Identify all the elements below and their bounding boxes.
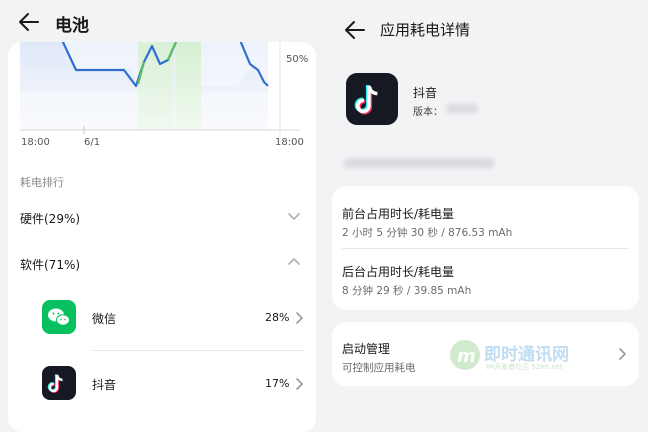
chart-x-label: 6/1 [84,137,101,148]
software-row[interactable]: 软件(71%) [8,248,316,280]
app-name: 抖音 [413,86,438,100]
version-label: 版本： [413,107,443,118]
app-name: 抖音 [92,378,117,392]
chevron-up-icon [288,257,300,265]
app-percent: 28% [265,311,290,324]
divider [92,350,304,351]
background-title: 后台占用时长/耗电量 [342,265,455,279]
chart-x-label: 18:00 [21,137,50,148]
app-row-douyin[interactable]: 抖音 17% [8,362,316,408]
back-arrow-icon[interactable] [344,20,366,40]
app-usage-detail-panel: 应用耗电详情 抖音 版本： 前台占用时长/耗电量 2 小时 5 分钟 30 秒 … [324,0,648,415]
back-arrow-icon[interactable] [18,12,40,32]
douyin-icon [346,73,398,129]
chart-x-label: 18:00 [275,137,304,148]
redacted-version [446,104,478,113]
foreground-title: 前台占用时长/耗电量 [342,207,455,221]
hardware-row[interactable]: 硬件(29%) [8,202,316,234]
charging-zone [175,42,201,130]
page-title: 电池 [55,16,89,36]
app-name: 微信 [92,312,117,326]
startup-title: 启动管理 [342,342,391,356]
app-row-wechat[interactable]: 微信 28% [8,296,316,342]
chevron-right-icon [296,378,304,390]
startup-desc: 可控制应用耗电 [342,362,416,374]
douyin-icon [42,366,76,400]
background-value: 8 分钟 29 秒 / 39.85 mAh [342,285,472,297]
watermark: m 即时通讯网 IM开发者社区 52im.net [450,338,610,378]
hardware-label: 硬件(29%) [20,212,81,226]
page-title: 应用耗电详情 [380,21,471,39]
chevron-right-icon [296,312,304,324]
svg-text:m: m [457,346,476,367]
app-percent: 17% [265,377,290,390]
watermark-subtext: IM开发者社区 52im.net [486,363,563,371]
watermark-logo: m [450,340,480,370]
software-label: 软件(71%) [20,258,81,272]
app-logo [346,73,398,125]
chart-percent-label: 50% [286,54,309,65]
foreground-value: 2 小时 5 分钟 30 秒 / 876.53 mAh [342,227,513,239]
wechat-icon [42,300,76,334]
battery-panel: 电池 50% 18:00 6/1 18:00 耗电排行 硬件(29%) 软件(7… [0,0,324,432]
chevron-down-icon [288,213,300,221]
battery-chart [20,42,300,134]
divider [342,248,629,249]
redacted-text [344,158,494,168]
section-title: 耗电排行 [20,176,64,189]
chevron-right-icon [619,348,627,360]
